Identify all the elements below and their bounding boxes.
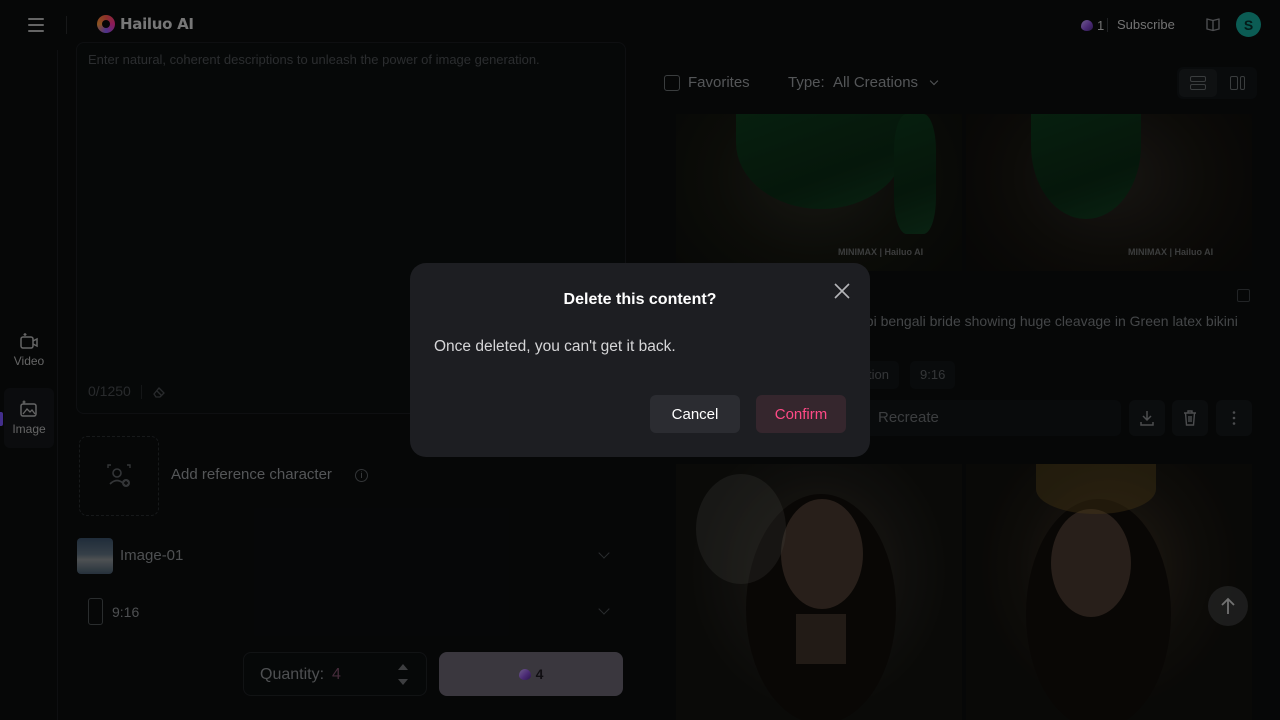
dialog-title: Delete this content? — [563, 291, 717, 308]
cancel-button[interactable]: Cancel — [650, 395, 740, 433]
dialog-message: Once deleted, you can't get it back. — [434, 338, 676, 355]
confirm-button[interactable]: Confirm — [756, 395, 846, 433]
close-icon[interactable] — [833, 282, 851, 300]
delete-dialog: Delete this content? Once deleted, you c… — [410, 263, 870, 457]
